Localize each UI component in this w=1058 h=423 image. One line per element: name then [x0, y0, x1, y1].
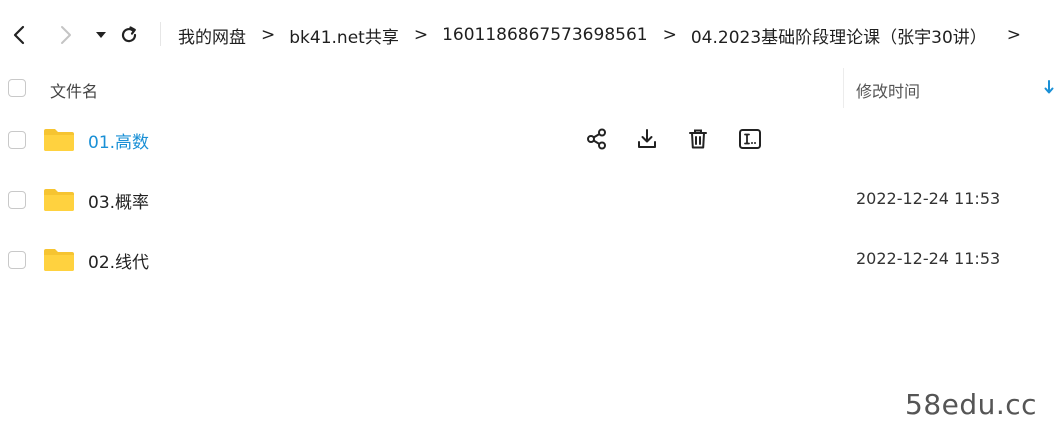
rename-button[interactable] [737, 126, 763, 152]
breadcrumb-separator: > [261, 25, 276, 45]
file-name[interactable]: 01.高数 [88, 128, 149, 153]
column-header-modified-time[interactable]: 修改时间 [856, 78, 920, 102]
trash-icon [689, 129, 707, 149]
breadcrumb-item-share[interactable]: bk41.net共享 [289, 23, 399, 48]
sort-arrow-down-icon[interactable] [1044, 80, 1054, 94]
column-divider[interactable] [843, 68, 844, 108]
delete-button[interactable] [685, 126, 711, 152]
refresh-icon [121, 26, 137, 43]
download-icon [638, 129, 656, 148]
share-button[interactable] [584, 126, 610, 152]
history-dropdown-button[interactable] [90, 22, 112, 48]
file-row[interactable]: 02.线代 2022-12-24 11:53 [0, 230, 1058, 290]
row-checkbox[interactable] [8, 131, 26, 149]
breadcrumb-more-button[interactable]: > [1007, 25, 1021, 45]
breadcrumb-item-current[interactable]: 04.2023基础阶段理论课（张宇30讲） [691, 23, 987, 48]
rename-icon [739, 129, 761, 149]
row-checkbox[interactable] [8, 251, 26, 269]
forward-button[interactable] [55, 22, 77, 48]
refresh-button[interactable] [118, 22, 140, 48]
download-button[interactable] [634, 126, 660, 152]
watermark: 58edu.cc [905, 388, 1038, 421]
file-name[interactable]: 03.概率 [88, 188, 149, 213]
folder-icon [44, 189, 74, 211]
share-icon [587, 128, 606, 150]
chevron-right-icon [61, 26, 71, 44]
folder-icon [44, 129, 74, 151]
breadcrumb-item-folder-id[interactable]: 1601186867573698561 [442, 25, 648, 45]
file-row[interactable]: 01.高数 [0, 110, 1058, 170]
column-header-name[interactable]: 文件名 [50, 78, 98, 102]
back-button[interactable] [8, 22, 30, 48]
file-list-header: 文件名 修改时间 [0, 68, 1058, 108]
breadcrumb-separator: > [662, 25, 677, 45]
row-checkbox[interactable] [8, 191, 26, 209]
breadcrumb: 我的网盘 > bk41.net共享 > 1601186867573698561 … [178, 22, 1035, 48]
folder-icon [44, 249, 74, 271]
caret-down-icon [96, 32, 106, 38]
file-name[interactable]: 02.线代 [88, 248, 149, 273]
breadcrumb-separator: > [413, 25, 429, 45]
select-all-checkbox[interactable] [8, 79, 26, 97]
file-modified-time: 2022-12-24 11:53 [856, 249, 1001, 268]
toolbar-divider [160, 22, 161, 46]
breadcrumb-item-root[interactable]: 我的网盘 [178, 23, 246, 48]
chevron-left-icon [13, 25, 25, 45]
file-row[interactable]: 03.概率 2022-12-24 11:53 [0, 170, 1058, 230]
toolbar: 我的网盘 > bk41.net共享 > 1601186867573698561 … [0, 0, 1058, 68]
file-modified-time: 2022-12-24 11:53 [856, 189, 1001, 208]
